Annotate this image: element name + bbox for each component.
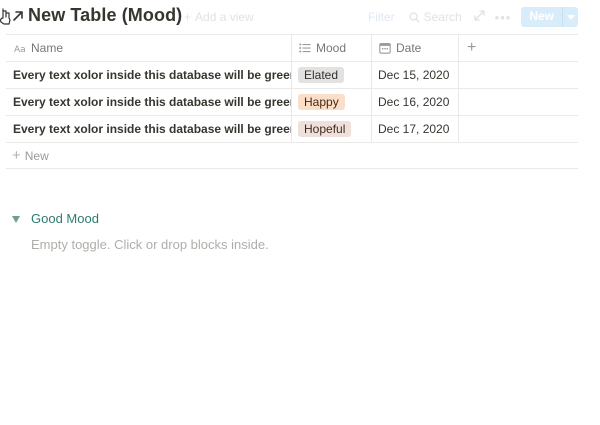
name-cell[interactable]: Every text xolor inside this database wi… xyxy=(6,116,292,142)
toggle-block[interactable]: Good Mood xyxy=(12,211,99,226)
date-value: Dec 15, 2020 xyxy=(378,68,450,82)
svg-text:Aa: Aa xyxy=(14,45,26,53)
database-table: Aa Name Mood Date + Every text xolor ins… xyxy=(6,34,578,169)
mood-tag: Elated xyxy=(298,67,345,83)
row-title: Every text xolor inside this database wi… xyxy=(13,95,292,109)
column-header-date[interactable]: Date xyxy=(372,35,459,61)
database-title[interactable]: New Table (Mood) xyxy=(28,5,182,26)
table-row[interactable]: Every text xolor inside this database wi… xyxy=(6,116,578,143)
plus-icon: + xyxy=(184,10,192,24)
name-cell[interactable]: Every text xolor inside this database wi… xyxy=(6,89,292,115)
database-toolbar: Filter Search ••• New xyxy=(368,7,578,27)
search-button[interactable]: Search xyxy=(408,10,462,24)
column-header-label: Name xyxy=(31,41,64,55)
date-cell[interactable]: Dec 15, 2020 xyxy=(372,62,459,88)
table-header-row: Aa Name Mood Date + xyxy=(6,35,578,62)
add-view-label: Add a view xyxy=(195,10,254,24)
expand-icon[interactable] xyxy=(474,10,485,24)
mood-tag: Happy xyxy=(298,94,345,110)
database-header: New Table (Mood) + Add a view Filter Sea… xyxy=(0,0,600,34)
toggle-triangle-icon[interactable] xyxy=(12,215,20,223)
add-view-button[interactable]: + Add a view xyxy=(184,10,254,24)
plus-icon: + xyxy=(467,39,477,56)
mood-cell[interactable]: Happy xyxy=(292,89,372,115)
search-icon xyxy=(408,11,420,23)
linked-database-arrow-icon xyxy=(11,9,25,23)
add-row-label: New xyxy=(24,148,49,163)
mood-cell[interactable]: Elated xyxy=(292,62,372,88)
empty-toggle-hint[interactable]: Empty toggle. Click or drop blocks insid… xyxy=(31,237,269,252)
text-aa-icon: Aa xyxy=(13,41,27,55)
name-cell[interactable]: Every text xolor inside this database wi… xyxy=(6,62,292,88)
date-cell[interactable]: Dec 16, 2020 xyxy=(372,89,459,115)
add-row-button[interactable]: + New xyxy=(6,143,578,169)
empty-cell xyxy=(459,116,578,142)
column-header-mood[interactable]: Mood xyxy=(292,35,372,61)
search-label: Search xyxy=(423,10,462,24)
page: New Table (Mood) + Add a view Filter Sea… xyxy=(0,0,600,425)
add-property-button[interactable]: + xyxy=(459,35,578,61)
list-icon xyxy=(298,41,312,55)
column-header-name[interactable]: Aa Name xyxy=(6,35,292,61)
plus-icon: + xyxy=(12,147,21,164)
filter-button[interactable]: Filter xyxy=(368,10,395,24)
column-header-label: Date xyxy=(396,41,422,55)
toggle-label[interactable]: Good Mood xyxy=(31,211,99,226)
table-row[interactable]: Every text xolor inside this database wi… xyxy=(6,89,578,116)
chevron-down-icon[interactable] xyxy=(562,7,578,27)
date-cell[interactable]: Dec 17, 2020 xyxy=(372,116,459,142)
new-button[interactable]: New xyxy=(521,7,578,27)
table-row[interactable]: Every text xolor inside this database wi… xyxy=(6,62,578,89)
date-value: Dec 16, 2020 xyxy=(378,95,450,109)
empty-cell xyxy=(459,62,578,88)
column-header-label: Mood xyxy=(316,41,347,55)
mood-cell[interactable]: Hopeful xyxy=(292,116,372,142)
row-title: Every text xolor inside this database wi… xyxy=(13,122,292,136)
more-options-icon[interactable]: ••• xyxy=(495,10,512,25)
mood-tag: Hopeful xyxy=(298,121,352,137)
empty-cell xyxy=(459,89,578,115)
calendar-icon xyxy=(378,41,392,55)
date-value: Dec 17, 2020 xyxy=(378,122,450,136)
row-title: Every text xolor inside this database wi… xyxy=(13,68,292,82)
new-button-label: New xyxy=(529,9,554,23)
